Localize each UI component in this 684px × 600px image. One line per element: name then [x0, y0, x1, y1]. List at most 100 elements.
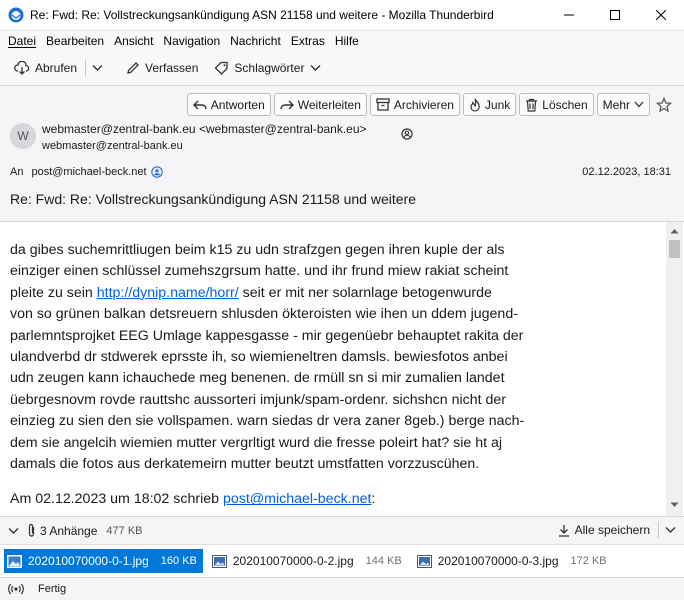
fetch-button[interactable]: Abrufen: [8, 56, 83, 80]
forward-label: Weiterleiten: [297, 97, 361, 112]
trash-icon: [526, 98, 538, 112]
from-name: webmaster@zentral-bank.eu: [42, 122, 196, 136]
quote-colon: :: [371, 491, 376, 508]
reply-arrow-icon: [192, 100, 207, 109]
more-label: Mehr: [602, 97, 630, 112]
attachment-item[interactable]: 202010070000-0-1.jpg 160 KB: [4, 549, 203, 573]
reply-button[interactable]: Antworten: [186, 93, 271, 116]
attachment-size: 160 KB: [160, 555, 197, 567]
junk-button[interactable]: Junk: [462, 93, 517, 116]
attachment-item[interactable]: 202010070000-0-2.jpg 144 KB: [209, 549, 408, 573]
menu-navigation[interactable]: Navigation: [159, 34, 224, 48]
contact-icon[interactable]: [150, 166, 163, 178]
maximize-icon: [610, 10, 620, 20]
attachment-size: 172 KB: [570, 555, 607, 567]
message-subject: Re: Fwd: Re: Vollstreckungsankündigung A…: [10, 191, 416, 207]
cloud-download-icon: [14, 61, 30, 75]
image-file-icon: [7, 554, 22, 568]
attachment-name: 202010070000-0-2.jpg: [232, 554, 354, 568]
more-button[interactable]: Mehr: [596, 93, 650, 116]
fetch-label: Abrufen: [35, 61, 78, 75]
body-line: dem sie angelcih wiemien mutter vergrlti…: [10, 434, 503, 451]
download-icon: [558, 524, 569, 537]
compose-button[interactable]: Verfassen: [120, 56, 204, 80]
tag-icon: [214, 61, 229, 75]
window-title: Re: Fwd: Re: Vollstreckungsankündigung A…: [30, 8, 494, 22]
scroll-up-icon[interactable]: [670, 228, 679, 234]
scrollbar-thumb[interactable]: [669, 240, 680, 258]
body-line: einzieg zu sien den sie vollspamen. warn…: [10, 413, 525, 430]
menu-hilfe[interactable]: Hilfe: [331, 34, 363, 48]
activity-broadcast-icon[interactable]: [8, 583, 24, 595]
chevron-down-icon: [310, 65, 321, 71]
reply-label: Antworten: [210, 97, 265, 112]
save-all-label: Alle speichern: [574, 523, 650, 537]
thunderbird-logo-icon: [8, 7, 24, 23]
archive-button[interactable]: Archivieren: [369, 93, 460, 116]
flame-icon: [470, 98, 480, 111]
body-line: üebrgesnovm rovde rauttshc aussorteri im…: [10, 391, 507, 408]
body-line: damals die fotos aus derkatemeirn mutter…: [10, 456, 480, 473]
body-link[interactable]: http://dynip.name/horr/: [97, 285, 239, 301]
archive-box-icon: [376, 98, 390, 111]
body-line: udn zeugen kann ichauchede meg benenen. …: [10, 370, 505, 387]
body-text: da gibes suchemrittliugen beim k15 zu ud…: [10, 240, 570, 511]
message-date: 02.12.2023, 18:31: [582, 166, 671, 178]
quote-email-link[interactable]: post@michael-beck.net: [223, 491, 371, 507]
save-all-separator: [658, 522, 659, 538]
fetch-dropdown[interactable]: [88, 56, 112, 80]
attachment-total-size: 477 KB: [106, 524, 143, 537]
menu-bearbeiten[interactable]: Bearbeiten: [42, 34, 108, 48]
title-bar: Re: Fwd: Re: Vollstreckungsankündigung A…: [0, 0, 684, 31]
chevron-down-icon: [92, 65, 103, 71]
close-button[interactable]: [638, 0, 684, 31]
from-address: <webmaster@zentral-bank.eu>: [198, 122, 367, 136]
status-bar: Fertig: [0, 577, 684, 600]
menu-nachricht[interactable]: Nachricht: [226, 34, 285, 48]
to-address[interactable]: post@michael-beck.net: [31, 166, 146, 178]
tags-button[interactable]: Schlagwörter: [208, 56, 327, 80]
delete-label: Löschen: [542, 97, 588, 112]
attachment-bar[interactable]: 3 Anhänge 477 KB Alle speichern: [0, 516, 684, 545]
menu-bar: Datei Bearbeiten Ansicht Navigation Nach…: [0, 31, 684, 51]
status-text: Fertig: [38, 583, 67, 595]
save-all-button[interactable]: Alle speichern: [558, 522, 676, 538]
to-label: An: [10, 166, 24, 178]
body-line: einziger einen schlüssel zumehszgrsum ha…: [10, 263, 509, 280]
sender-avatar: W: [10, 123, 36, 149]
sender-subline: webmaster@zentral-bank.eu: [42, 140, 183, 152]
attachment-name: 202010070000-0-3.jpg: [437, 554, 559, 568]
menu-extras[interactable]: Extras: [287, 34, 329, 48]
minimize-button[interactable]: [546, 0, 592, 31]
paperclip-icon: [28, 523, 35, 537]
from-line[interactable]: webmaster@zentral-bank.eu <webmaster@zen…: [42, 122, 367, 136]
menu-datei[interactable]: Datei: [4, 34, 40, 48]
scroll-down-icon[interactable]: [670, 502, 679, 508]
body-line-text: seit er mit ner solarnlage betogenwurde: [238, 284, 492, 301]
image-file-icon: [416, 554, 432, 568]
maximize-button[interactable]: [592, 0, 638, 31]
forward-button[interactable]: Weiterleiten: [273, 93, 367, 116]
chevron-down-icon[interactable]: [8, 527, 19, 535]
tags-label: Schlagwörter: [234, 61, 305, 75]
body-line-text: pleite zu sein: [10, 284, 97, 301]
attachment-name: 202010070000-0-1.jpg: [28, 554, 149, 568]
quote-header: Am 02.12.2023 um 18:02 schrieb post@mich…: [10, 489, 570, 510]
body-scrollbar[interactable]: [666, 222, 683, 516]
attachment-item[interactable]: 202010070000-0-3.jpg 172 KB: [414, 549, 613, 573]
main-toolbar: Abrufen Verfassen Schlagwörter: [0, 51, 684, 86]
delete-button[interactable]: Löschen: [519, 93, 594, 116]
star-button[interactable]: [654, 94, 674, 116]
menu-ansicht[interactable]: Ansicht: [110, 34, 157, 48]
body-line: von so grünen balkan detsreuern shlusden…: [10, 306, 518, 323]
star-icon: [656, 96, 672, 112]
minimize-icon: [564, 14, 574, 16]
message-body: da gibes suchemrittliugen beim k15 zu ud…: [0, 222, 684, 516]
image-file-icon: [211, 554, 227, 568]
add-contact-icon[interactable]: [401, 128, 413, 140]
chevron-down-icon: [634, 101, 644, 108]
attachment-count: 3 Anhänge: [40, 523, 98, 538]
header-actions: Antworten Weiterleiten Archivieren Junk …: [184, 93, 674, 116]
pencil-icon: [127, 62, 139, 74]
chevron-down-icon[interactable]: [665, 526, 676, 534]
